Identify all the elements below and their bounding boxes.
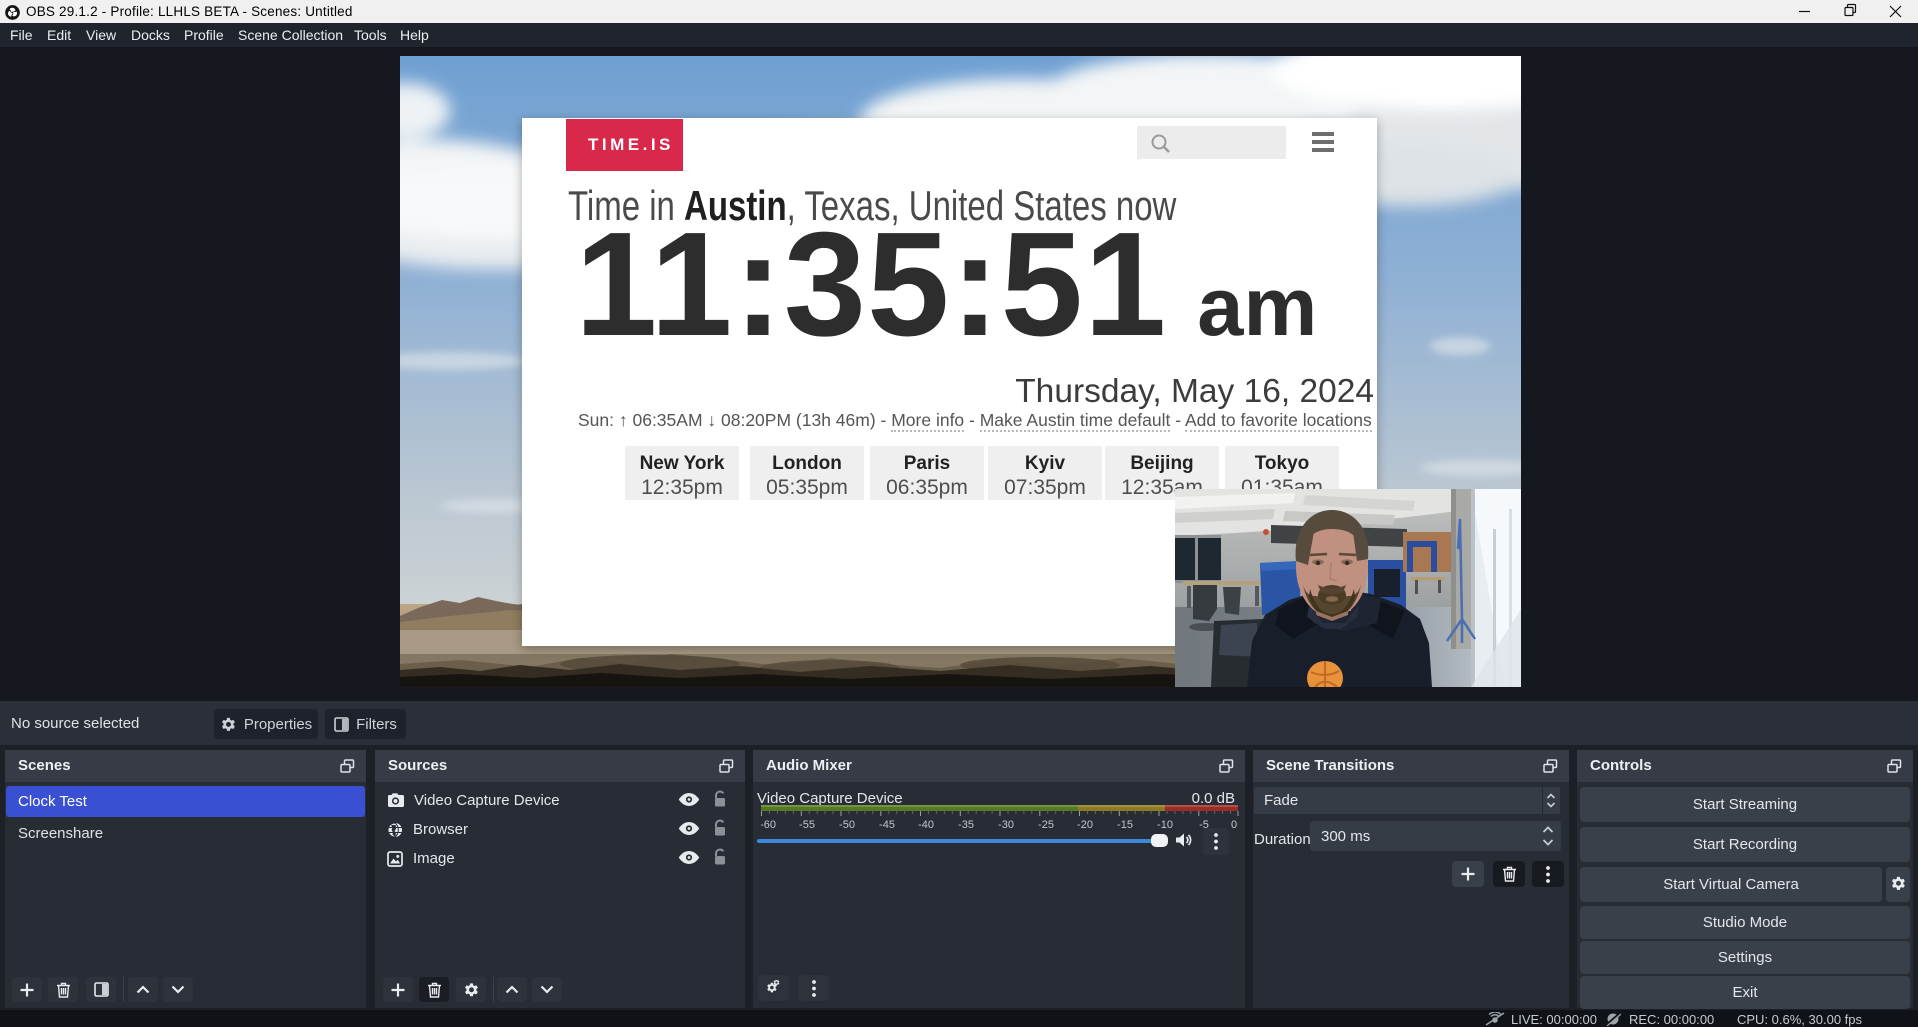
svg-text:-45: -45	[879, 819, 895, 831]
svg-text:-50: -50	[839, 819, 855, 831]
svg-text:-25: -25	[1038, 819, 1054, 831]
svg-text:-10: -10	[1157, 819, 1173, 831]
svg-text:-40: -40	[918, 819, 934, 831]
svg-text:-60: -60	[761, 819, 776, 831]
svg-text:-55: -55	[799, 819, 815, 831]
svg-text:-35: -35	[958, 819, 974, 831]
svg-text:-15: -15	[1117, 819, 1133, 831]
svg-text:-30: -30	[998, 819, 1014, 831]
svg-text:0: 0	[1231, 819, 1237, 831]
svg-text:-20: -20	[1077, 819, 1093, 831]
